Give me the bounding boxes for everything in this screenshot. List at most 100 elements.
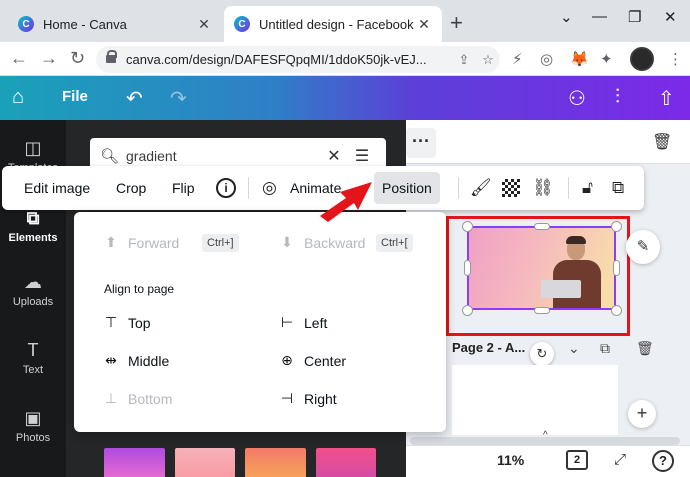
minimize-icon[interactable]: — xyxy=(592,8,607,25)
page-2-canvas[interactable] xyxy=(452,365,618,435)
horizontal-scrollbar[interactable] xyxy=(410,437,680,445)
text-icon: T xyxy=(27,340,39,360)
browser-tab-design[interactable]: C Untitled design - Facebook Co ✕ xyxy=(224,6,442,42)
undo-icon[interactable]: ↶ xyxy=(126,86,143,111)
canva-favicon-icon: C xyxy=(18,16,34,32)
backward-item[interactable]: ⬇ Backward xyxy=(276,234,365,251)
close-tab-icon[interactable]: ✕ xyxy=(196,16,212,33)
gradient-thumbnail[interactable] xyxy=(315,448,376,477)
resize-handle[interactable] xyxy=(464,260,471,276)
menu-item-label: Right xyxy=(304,390,337,407)
forward-item[interactable]: ⬆ Forward xyxy=(100,234,179,251)
more-options-button[interactable]: ··· xyxy=(406,128,436,158)
page-label[interactable]: Page 2 - A... xyxy=(452,340,525,355)
extension-icon[interactable]: ◎ xyxy=(540,50,553,68)
link-icon[interactable]: ⛓︎ xyxy=(532,178,554,198)
back-icon[interactable]: ← xyxy=(10,48,28,69)
search-input[interactable]: gradient xyxy=(126,148,320,164)
address-bar[interactable]: canva.com/design/DAFESFQpqMI/1ddoK50jk-v… xyxy=(96,46,500,73)
selected-design-image[interactable] xyxy=(467,226,616,310)
rail-item-elements[interactable]: ⧉ Elements xyxy=(0,208,66,244)
resize-handle[interactable] xyxy=(462,305,473,316)
resize-handle[interactable] xyxy=(534,223,550,230)
align-middle-icon: ⇹ xyxy=(105,352,117,368)
gradient-thumbnail[interactable] xyxy=(104,448,165,477)
position-button[interactable]: Position xyxy=(374,172,440,204)
flip-button[interactable]: Flip xyxy=(172,166,195,210)
redo-icon[interactable]: ↷ xyxy=(170,86,187,111)
rail-item-label: Text xyxy=(22,364,44,376)
uploads-icon: ☁ xyxy=(24,272,42,292)
info-icon[interactable]: i xyxy=(216,178,236,198)
forward-icon[interactable]: → xyxy=(40,48,58,69)
resize-handle[interactable] xyxy=(534,307,550,314)
gradient-thumbnail[interactable] xyxy=(245,448,306,477)
help-button[interactable]: ? xyxy=(652,450,674,472)
star-icon[interactable]: ☆ xyxy=(476,52,500,68)
rail-item-uploads[interactable]: ☁ Uploads xyxy=(0,272,66,308)
backward-shortcut: Ctrl+[ xyxy=(376,234,413,252)
align-right-icon: ⊣ xyxy=(280,390,294,406)
restore-icon[interactable]: ❐ xyxy=(628,8,641,26)
paint-roller-icon[interactable]: 🖌︎ xyxy=(470,178,492,198)
menu-item-label: Center xyxy=(304,352,347,369)
align-left-item[interactable]: ⊢ Left xyxy=(276,314,327,331)
trash-icon[interactable]: 🗑︎ xyxy=(652,132,672,152)
share-icon[interactable]: ⇪ xyxy=(452,52,476,68)
resize-handle[interactable] xyxy=(611,221,622,232)
transparency-icon[interactable] xyxy=(502,179,520,197)
duplicate-page-icon[interactable]: ⧉ xyxy=(600,340,610,357)
more-icon[interactable]: ⋮ xyxy=(668,50,683,68)
resize-handle[interactable] xyxy=(611,305,622,316)
align-center-icon: ⊕ xyxy=(281,352,293,368)
zoom-level[interactable]: 11% xyxy=(497,452,524,468)
share-people-icon[interactable]: ⚇ xyxy=(568,86,586,111)
resize-handle[interactable] xyxy=(462,221,473,232)
align-right-item[interactable]: ⊣ Right xyxy=(276,390,337,407)
align-center-item[interactable]: ⊕ Center xyxy=(276,352,346,369)
templates-icon: ◫ xyxy=(24,138,42,158)
gradient-results xyxy=(104,448,376,477)
comment-icon[interactable]: ✎ xyxy=(626,230,660,264)
rotate-icon[interactable]: ↻ xyxy=(530,342,554,366)
rail-item-text[interactable]: T Text xyxy=(0,340,66,376)
lock-icon xyxy=(106,49,117,65)
reload-icon[interactable]: ↻ xyxy=(70,48,85,69)
bottom-bar xyxy=(406,445,690,477)
close-window-icon[interactable]: ✕ xyxy=(664,8,677,26)
metamask-icon[interactable]: 🦊 xyxy=(570,50,589,68)
menu-item-label: Top xyxy=(128,314,151,331)
chevron-down-icon[interactable]: ⌄ xyxy=(560,8,573,26)
fullscreen-icon[interactable]: ⤢ xyxy=(614,451,626,468)
align-middle-item[interactable]: ⇹ Middle xyxy=(100,352,169,369)
page-count-button[interactable]: 2 xyxy=(566,450,588,470)
duplicate-icon[interactable]: ⧉ xyxy=(612,178,624,198)
align-bottom-item[interactable]: ⊥ Bottom xyxy=(100,390,172,407)
home-icon[interactable]: ⌂ xyxy=(12,86,24,109)
menu-item-label: Left xyxy=(304,314,328,331)
url-text: canva.com/design/DAFESFQpqMI/1ddoK50jk-v… xyxy=(126,52,427,67)
delete-page-icon[interactable]: 🗑︎ xyxy=(636,340,654,357)
crop-button[interactable]: Crop xyxy=(116,166,146,210)
rail-item-photos[interactable]: ▣ Photos xyxy=(0,408,66,444)
rail-item-label: Elements xyxy=(8,232,58,244)
align-top-item[interactable]: ⊤ Top xyxy=(100,314,151,331)
gradient-thumbnail[interactable] xyxy=(174,448,235,477)
insights-icon[interactable]: ⫶ xyxy=(615,86,620,109)
upload-share-icon[interactable]: ⇧ xyxy=(658,86,675,111)
lock-icon[interactable]: 🔓︎ xyxy=(582,178,593,198)
close-tab-icon[interactable]: ✕ xyxy=(416,16,432,33)
file-menu-button[interactable]: File xyxy=(62,88,88,105)
add-page-button[interactable]: + xyxy=(628,400,656,428)
new-tab-icon[interactable]: + xyxy=(450,10,463,36)
chevron-down-icon[interactable]: ⌄ xyxy=(568,340,580,357)
address-bar-row: ← → ↻ canva.com/design/DAFESFQpqMI/1ddoK… xyxy=(0,42,690,76)
resize-handle[interactable] xyxy=(613,260,620,276)
clear-search-icon[interactable]: ✕ xyxy=(320,146,348,166)
profile-avatar[interactable] xyxy=(630,47,654,71)
browser-tab-home[interactable]: C Home - Canva ✕ xyxy=(8,6,222,42)
puzzle-icon[interactable]: ✦ xyxy=(600,50,613,68)
filter-icon[interactable]: ☰ xyxy=(348,146,376,166)
edit-image-button[interactable]: Edit image xyxy=(24,166,90,210)
extension-icon[interactable]: ⚡ xyxy=(512,50,523,68)
